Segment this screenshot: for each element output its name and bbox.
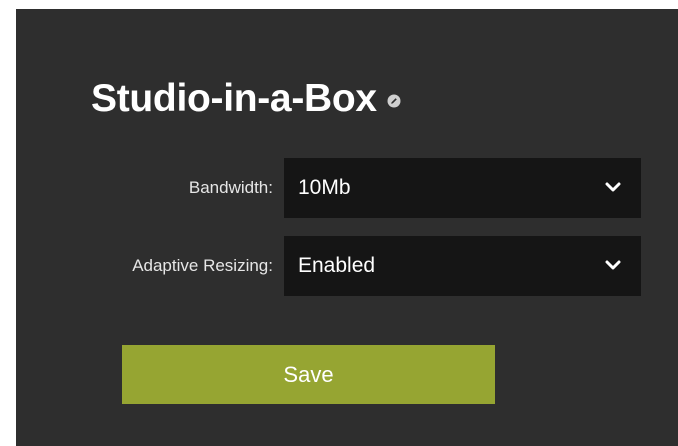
bandwidth-selected-value: 10Mb (298, 176, 351, 199)
settings-panel: Studio-in-a-Box Bandwidth: 10Mb Adaptive… (16, 9, 678, 446)
adaptive-resizing-label: Adaptive Resizing: (132, 256, 273, 275)
title-row: Studio-in-a-Box (91, 75, 401, 123)
page-title: Studio-in-a-Box (91, 77, 377, 120)
edit-pencil-icon[interactable] (387, 94, 401, 108)
adaptive-resizing-select[interactable]: Enabled (284, 236, 641, 296)
adaptive-resizing-row: Adaptive Resizing: Enabled (16, 236, 678, 296)
bandwidth-label: Bandwidth: (188, 178, 273, 197)
chevron-down-icon (605, 260, 621, 270)
bandwidth-row: Bandwidth: 10Mb (16, 158, 678, 218)
adaptive-resizing-selected-value: Enabled (298, 254, 376, 277)
save-button[interactable]: Save (122, 345, 495, 404)
bandwidth-select[interactable]: 10Mb (284, 158, 641, 218)
chevron-down-icon (605, 182, 621, 192)
